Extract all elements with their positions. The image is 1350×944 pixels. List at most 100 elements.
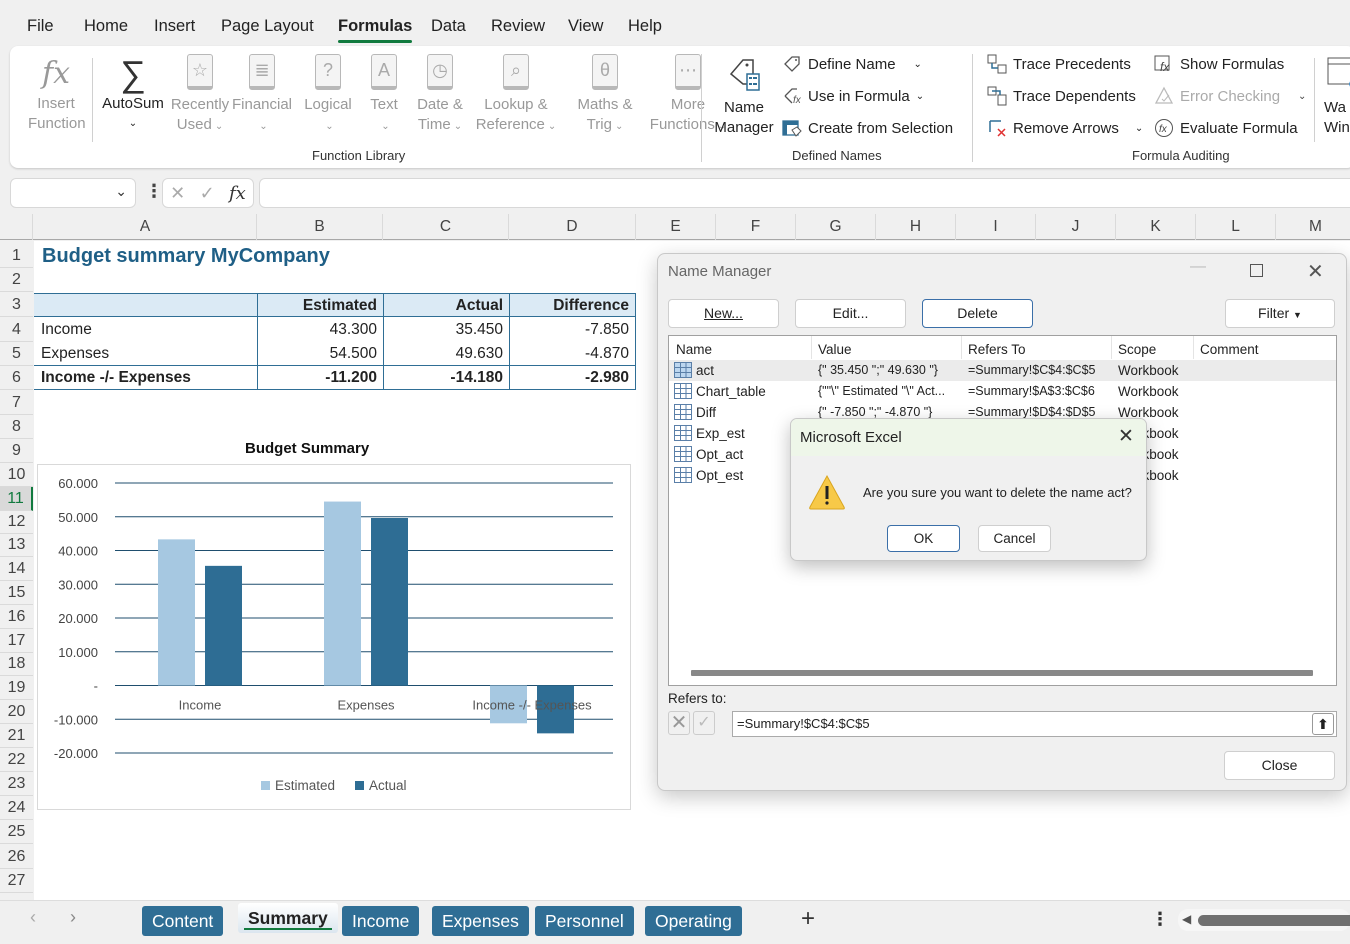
scroll-tabs-right-icon[interactable]: › — [70, 907, 76, 928]
row-header-2[interactable]: 2 — [0, 268, 33, 292]
ok-button[interactable]: OK — [887, 525, 960, 552]
row-header-12[interactable]: 12 — [0, 510, 33, 534]
name-list-row[interactable]: Chart_table {""\" Estimated "\" Act... =Su… — [669, 381, 1336, 402]
column-header-refers-to[interactable]: Refers To — [968, 342, 1026, 357]
row-header-8[interactable]: 8 — [0, 415, 33, 439]
horizontal-scrollbar[interactable]: ◀ — [1178, 909, 1350, 931]
row-header-13[interactable]: 13 — [0, 533, 33, 557]
table-value-cell[interactable]: 54.500 — [257, 342, 383, 366]
function-category-button[interactable]: ☆ Recently Used ⌄ — [170, 54, 230, 137]
sheet-title[interactable]: Budget summary MyCompany — [42, 244, 330, 268]
menu-home[interactable]: Home — [84, 17, 128, 36]
column-header-g[interactable]: G — [796, 214, 876, 240]
scrollbar-thumb[interactable] — [1198, 915, 1350, 926]
chevron-down-icon[interactable]: ⌄ — [115, 183, 127, 200]
confirm-edit-icon[interactable]: ✓ — [693, 711, 715, 735]
remove-arrows-button[interactable]: Remove Arrows ⌄ — [987, 118, 1143, 138]
chart-area[interactable]: 60.000 50.000 40.000 30.000 20.000 10.000 - -10… — [37, 464, 631, 810]
table-header-cell[interactable]: Estimated — [257, 294, 383, 318]
autosum-button[interactable]: ∑ AutoSum ⌄ — [100, 54, 166, 134]
column-header-i[interactable]: I — [956, 214, 1036, 240]
menu-page-layout[interactable]: Page Layout — [221, 17, 314, 36]
column-header-l[interactable]: L — [1196, 214, 1276, 240]
delete-button[interactable]: Delete — [922, 299, 1033, 328]
function-category-button[interactable]: A Text ⌄ — [362, 54, 406, 137]
row-header-5[interactable]: 5 — [0, 342, 33, 366]
function-category-button[interactable]: ◷ Date & Time ⌄ — [414, 54, 466, 137]
trace-dependents-button[interactable]: Trace Dependents — [987, 86, 1136, 106]
cancel-edit-icon[interactable]: ✕ — [668, 711, 690, 735]
row-header-22[interactable]: 22 — [0, 748, 33, 772]
row-header-6[interactable]: 6 — [0, 366, 33, 390]
table-header-cell[interactable]: Actual — [383, 294, 509, 318]
column-header-m[interactable]: M — [1276, 214, 1350, 240]
menu-insert[interactable]: Insert — [154, 17, 195, 36]
menu-review[interactable]: Review — [491, 17, 545, 36]
collapse-dialog-icon[interactable]: ⬆ — [1312, 713, 1334, 735]
menu-view[interactable]: View — [568, 17, 603, 36]
table-value-cell[interactable]: -11.200 — [257, 366, 383, 390]
row-header-10[interactable]: 10 — [0, 463, 33, 487]
error-checking-button[interactable]: Error Checking ⌄ — [1154, 86, 1306, 106]
column-header-value[interactable]: Value — [818, 342, 852, 357]
more-options-icon[interactable]: ⋮ — [145, 181, 163, 202]
formula-input[interactable] — [259, 178, 1350, 208]
maximize-icon[interactable] — [1250, 264, 1263, 277]
sheet-tab-operating[interactable]: Operating — [645, 906, 742, 936]
function-category-button[interactable]: θ Maths & Trig ⌄ — [570, 54, 640, 137]
row-header-27[interactable]: 27 — [0, 869, 33, 893]
filter-button[interactable]: Filter ▼ — [1225, 299, 1335, 328]
row-header-19[interactable]: 19 — [0, 676, 33, 700]
watch-window-button[interactable]: Wa Win — [1320, 54, 1350, 138]
row-header-3[interactable]: 3 — [0, 293, 33, 317]
column-header-scope[interactable]: Scope — [1118, 342, 1156, 357]
cancel-icon[interactable]: ✕ — [170, 183, 185, 204]
table-label-cell[interactable]: Income — [41, 318, 264, 342]
evaluate-formula-button[interactable]: fx Evaluate Formula — [1154, 118, 1298, 138]
column-header-b[interactable]: B — [257, 214, 383, 240]
column-header-a[interactable]: A — [34, 214, 257, 240]
horizontal-scrollbar[interactable] — [691, 670, 1313, 676]
new-button[interactable]: New... — [668, 299, 779, 328]
row-header-9[interactable]: 9 — [0, 439, 33, 463]
name-list-row[interactable]: act {" 35.450 ";" 49.630 "} =Summary!$C$4:… — [669, 360, 1336, 381]
row-header-14[interactable]: 14 — [0, 557, 33, 581]
trace-precedents-button[interactable]: Trace Precedents — [987, 54, 1131, 74]
column-header-name[interactable]: Name — [676, 342, 712, 357]
function-category-button[interactable]: ≣ Financial ⌄ — [228, 54, 296, 137]
name-box[interactable]: ⌄ — [10, 178, 136, 208]
row-header-1[interactable]: 1 — [0, 244, 33, 268]
column-header-c[interactable]: C — [383, 214, 509, 240]
row-header-18[interactable]: 18 — [0, 652, 33, 676]
define-name-button[interactable]: Define Name ⌄ — [782, 54, 922, 74]
row-header-15[interactable]: 15 — [0, 581, 33, 605]
table-label-cell[interactable]: Expenses — [41, 342, 264, 366]
column-header-k[interactable]: K — [1116, 214, 1196, 240]
add-sheet-icon[interactable]: + — [801, 905, 815, 933]
table-label-cell[interactable]: Income -/- Expenses — [41, 366, 264, 390]
name-manager-button[interactable]: Name Manager — [710, 54, 778, 138]
row-header-21[interactable]: 21 — [0, 724, 33, 748]
create-from-selection-button[interactable]: Create from Selection — [782, 118, 953, 138]
function-category-button[interactable]: ⌕ Lookup & Reference ⌄ — [468, 54, 564, 137]
more-options-icon[interactable]: ⋮ — [1151, 909, 1169, 930]
row-header-24[interactable]: 24 — [0, 796, 33, 820]
enter-icon[interactable]: ✓ — [200, 183, 215, 204]
bar-actual[interactable] — [371, 517, 408, 686]
show-formulas-button[interactable]: fx Show Formulas — [1154, 54, 1284, 74]
refers-to-input[interactable]: =Summary!$C$4:$C$5 ⬆ — [732, 711, 1337, 737]
row-header-23[interactable]: 23 — [0, 772, 33, 796]
row-header-7[interactable]: 7 — [0, 391, 33, 415]
row-header-25[interactable]: 25 — [0, 820, 33, 844]
row-header-17[interactable]: 17 — [0, 629, 33, 653]
row-header-4[interactable]: 4 — [0, 318, 33, 342]
column-header-comment[interactable]: Comment — [1200, 342, 1259, 357]
table-value-cell[interactable]: -14.180 — [383, 366, 509, 390]
scroll-tabs-left-icon[interactable]: ‹ — [30, 907, 36, 928]
function-category-button[interactable]: ? Logical ⌄ — [300, 54, 356, 137]
close-button[interactable]: Close — [1224, 751, 1335, 780]
select-all-corner[interactable] — [0, 214, 33, 240]
menu-formulas[interactable]: Formulas — [338, 17, 413, 43]
sheet-tab-personnel[interactable]: Personnel — [535, 906, 634, 936]
bar-estimated[interactable] — [158, 539, 195, 686]
